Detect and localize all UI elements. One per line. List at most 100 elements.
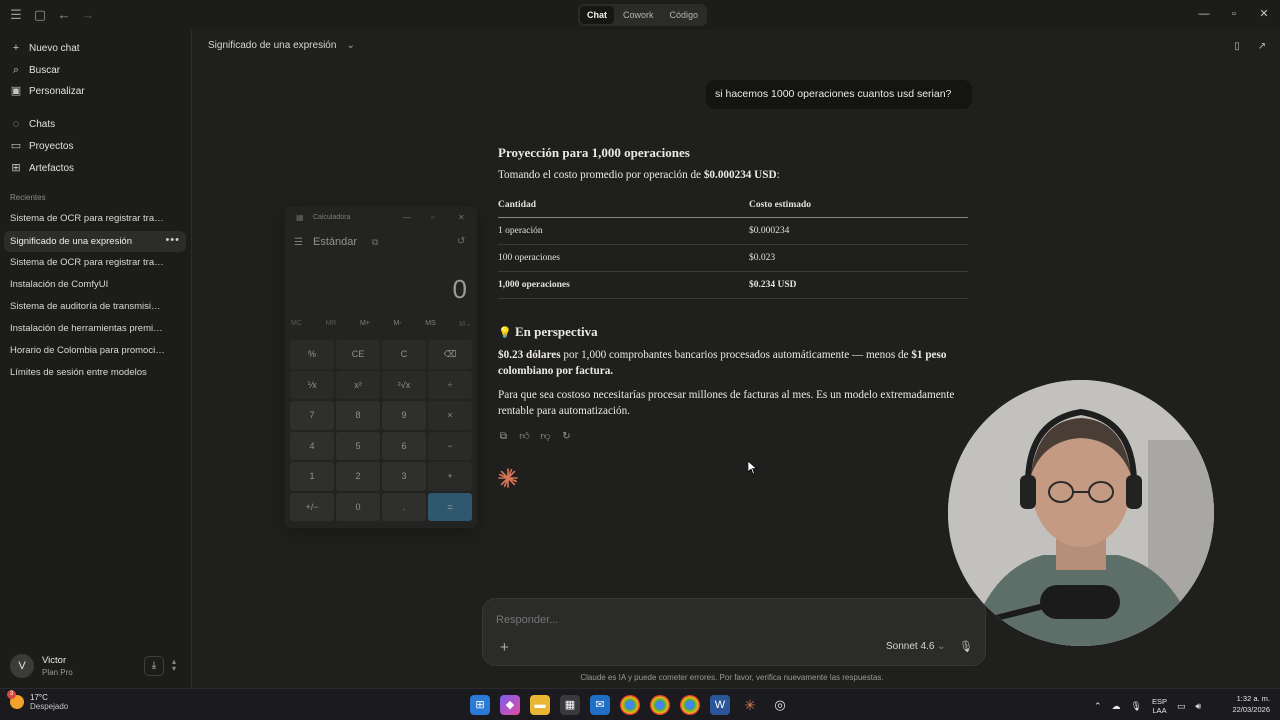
calculator-key[interactable]: CE xyxy=(336,340,380,369)
tab-cowork[interactable]: Cowork xyxy=(616,6,661,24)
thumbs-up-icon[interactable]: 👍︎ xyxy=(519,431,530,442)
chrome-icon[interactable] xyxy=(680,695,700,715)
recent-chat-item[interactable]: Instalación de ComfyUI xyxy=(10,279,175,290)
calculator-key[interactable]: ÷ xyxy=(428,370,472,399)
more-options-icon[interactable]: ••• xyxy=(165,234,180,246)
chat-title-menu[interactable]: Significado de una expresión ⌄ xyxy=(208,40,355,51)
user-profile[interactable]: V Victor Plan Pro xyxy=(10,654,73,678)
cloud-icon[interactable]: ☁ xyxy=(1112,701,1121,712)
memory-button[interactable]: MR xyxy=(325,320,336,328)
calculator-key[interactable]: ⌫ xyxy=(428,340,472,369)
chevron-down-icon: ⌄ xyxy=(937,641,946,652)
calculator-key[interactable]: 1 xyxy=(290,462,334,491)
claude-app-icon[interactable]: ✳ xyxy=(740,695,760,715)
calculator-key[interactable]: × xyxy=(428,401,472,430)
sidebar-item-label: Chats xyxy=(29,118,56,130)
menu-icon[interactable]: ☰ xyxy=(8,7,24,23)
close-icon[interactable]: ✕ xyxy=(1256,6,1272,22)
keep-on-top-icon[interactable]: ⧉ xyxy=(372,237,378,248)
windows-start-icon[interactable]: ⊞ xyxy=(470,695,490,715)
language-indicator[interactable]: ESP LAA xyxy=(1152,697,1167,715)
close-icon[interactable]: ✕ xyxy=(458,213,465,222)
back-arrow-icon[interactable]: ← xyxy=(56,7,72,23)
weather-widget[interactable]: 3 17°C Despejado xyxy=(7,690,68,711)
thumbs-down-icon[interactable]: 👎︎ xyxy=(540,431,551,442)
calculator-key[interactable]: + xyxy=(428,462,472,491)
document-icon[interactable]: ▯ xyxy=(1231,41,1243,53)
microphone-icon[interactable]: 🎙︎ xyxy=(1131,701,1142,712)
tab-codigo[interactable]: Código xyxy=(663,6,706,24)
sidebar-item-chats[interactable]: ◌ Chats xyxy=(10,114,55,134)
volume-icon[interactable]: 🔊︎ xyxy=(1196,701,1202,712)
copilot-icon[interactable]: ◆ xyxy=(500,695,520,715)
recent-chat-item[interactable]: Sistema de auditoría de transmisi… xyxy=(10,301,175,312)
tab-chat[interactable]: Chat xyxy=(580,6,614,24)
forward-arrow-icon[interactable]: → xyxy=(80,7,96,23)
recent-chat-item[interactable]: Límites de sesión entre modelos xyxy=(10,367,175,378)
user-plan: Plan Pro xyxy=(42,668,73,677)
calculator-taskbar-icon[interactable]: ▦ xyxy=(560,695,580,715)
calculator-key[interactable]: ²√x xyxy=(382,370,426,399)
chrome-icon[interactable] xyxy=(650,695,670,715)
add-attachment-icon[interactable]: + xyxy=(500,639,509,656)
clock[interactable]: 1:32 a. m. 22/03/2026 xyxy=(1232,693,1270,715)
calculator-key[interactable]: 6 xyxy=(382,431,426,460)
recent-chat-item[interactable]: Sistema de OCR para registrar tra… xyxy=(10,257,175,268)
calculator-key[interactable]: − xyxy=(428,431,472,460)
recent-chat-item-active[interactable]: Significado de una expresión ••• xyxy=(4,231,186,252)
calculator-key[interactable]: +/− xyxy=(290,492,334,521)
calculator-key[interactable]: 9 xyxy=(382,401,426,430)
memory-button[interactable]: M- xyxy=(393,320,401,328)
calculator-key[interactable]: 8 xyxy=(336,401,380,430)
chevron-up-icon[interactable]: ⌃ xyxy=(1094,701,1102,712)
sidebar-item-nuevo-chat[interactable]: + Nuevo chat xyxy=(10,38,80,58)
memory-button[interactable]: MS xyxy=(425,320,436,328)
calculator-key[interactable]: 4 xyxy=(290,431,334,460)
chrome-icon[interactable] xyxy=(620,695,640,715)
share-icon[interactable]: ↗ xyxy=(1256,41,1268,53)
file-explorer-icon[interactable]: ▬ xyxy=(530,695,550,715)
minimize-icon[interactable]: — xyxy=(403,213,411,222)
sidebar-toggle-icon[interactable]: ▢ xyxy=(32,7,48,23)
calculator-key[interactable]: x² xyxy=(336,370,380,399)
maximize-icon[interactable]: ▫ xyxy=(431,213,434,222)
sidebar-item-artefactos[interactable]: ⊞ Artefactos xyxy=(10,158,74,178)
word-icon[interactable]: W xyxy=(710,695,730,715)
memory-row: MC MR M+ M- MS M⌄ xyxy=(291,320,471,328)
calculator-key[interactable]: 5 xyxy=(336,431,380,460)
minimize-icon[interactable]: — xyxy=(1196,6,1212,22)
reply-input[interactable] xyxy=(496,614,936,626)
calculator-key[interactable]: ⅟x xyxy=(290,370,334,399)
retry-icon[interactable]: ↻ xyxy=(561,431,572,442)
calculator-key[interactable]: % xyxy=(290,340,334,369)
memory-button[interactable]: M+ xyxy=(360,320,370,328)
download-icon[interactable]: ⤓ xyxy=(144,656,164,676)
obs-icon[interactable]: ◎ xyxy=(770,695,790,715)
menu-icon[interactable]: ☰ xyxy=(294,237,303,248)
sidebar-item-buscar[interactable]: ⌕ Buscar xyxy=(10,60,60,80)
sidebar-item-proyectos[interactable]: ▭ Proyectos xyxy=(10,136,74,156)
calculator-key[interactable]: = xyxy=(428,492,472,521)
memory-button[interactable]: M⌄ xyxy=(459,320,471,328)
sidebar-item-personalizar[interactable]: ▣ Personalizar xyxy=(10,81,85,101)
calculator-key[interactable]: . xyxy=(382,492,426,521)
expand-icon[interactable]: ▴ ▾ xyxy=(172,658,176,673)
calculator-key[interactable]: 2 xyxy=(336,462,380,491)
memory-button[interactable]: MC xyxy=(291,320,302,328)
model-selector[interactable]: Sonnet 4.6 ⌄ xyxy=(886,641,946,652)
recent-chat-item[interactable]: Horario de Colombia para promoci… xyxy=(10,345,175,356)
calculator-window[interactable]: ▦ Calculadora — ▫ ✕ ☰ Estándar ⧉ ↺ 0 MC … xyxy=(285,206,477,528)
temperature: 17°C xyxy=(30,693,48,702)
copy-icon[interactable]: ⧉ xyxy=(498,431,509,442)
recent-chat-item[interactable]: Instalación de herramientas premi… xyxy=(10,323,175,334)
maximize-icon[interactable]: ▫ xyxy=(1226,6,1242,22)
calculator-key[interactable]: 3 xyxy=(382,462,426,491)
recent-chat-item[interactable]: Sistema de OCR para registrar tra… xyxy=(10,213,175,224)
calculator-key[interactable]: 0 xyxy=(336,492,380,521)
calculator-key[interactable]: 7 xyxy=(290,401,334,430)
microphone-icon[interactable]: 🎙︎ xyxy=(959,640,973,653)
network-icon[interactable]: ▭ xyxy=(1177,701,1186,712)
calculator-key[interactable]: C xyxy=(382,340,426,369)
outlook-icon[interactable]: ✉ xyxy=(590,695,610,715)
history-icon[interactable]: ↺ xyxy=(457,236,465,247)
